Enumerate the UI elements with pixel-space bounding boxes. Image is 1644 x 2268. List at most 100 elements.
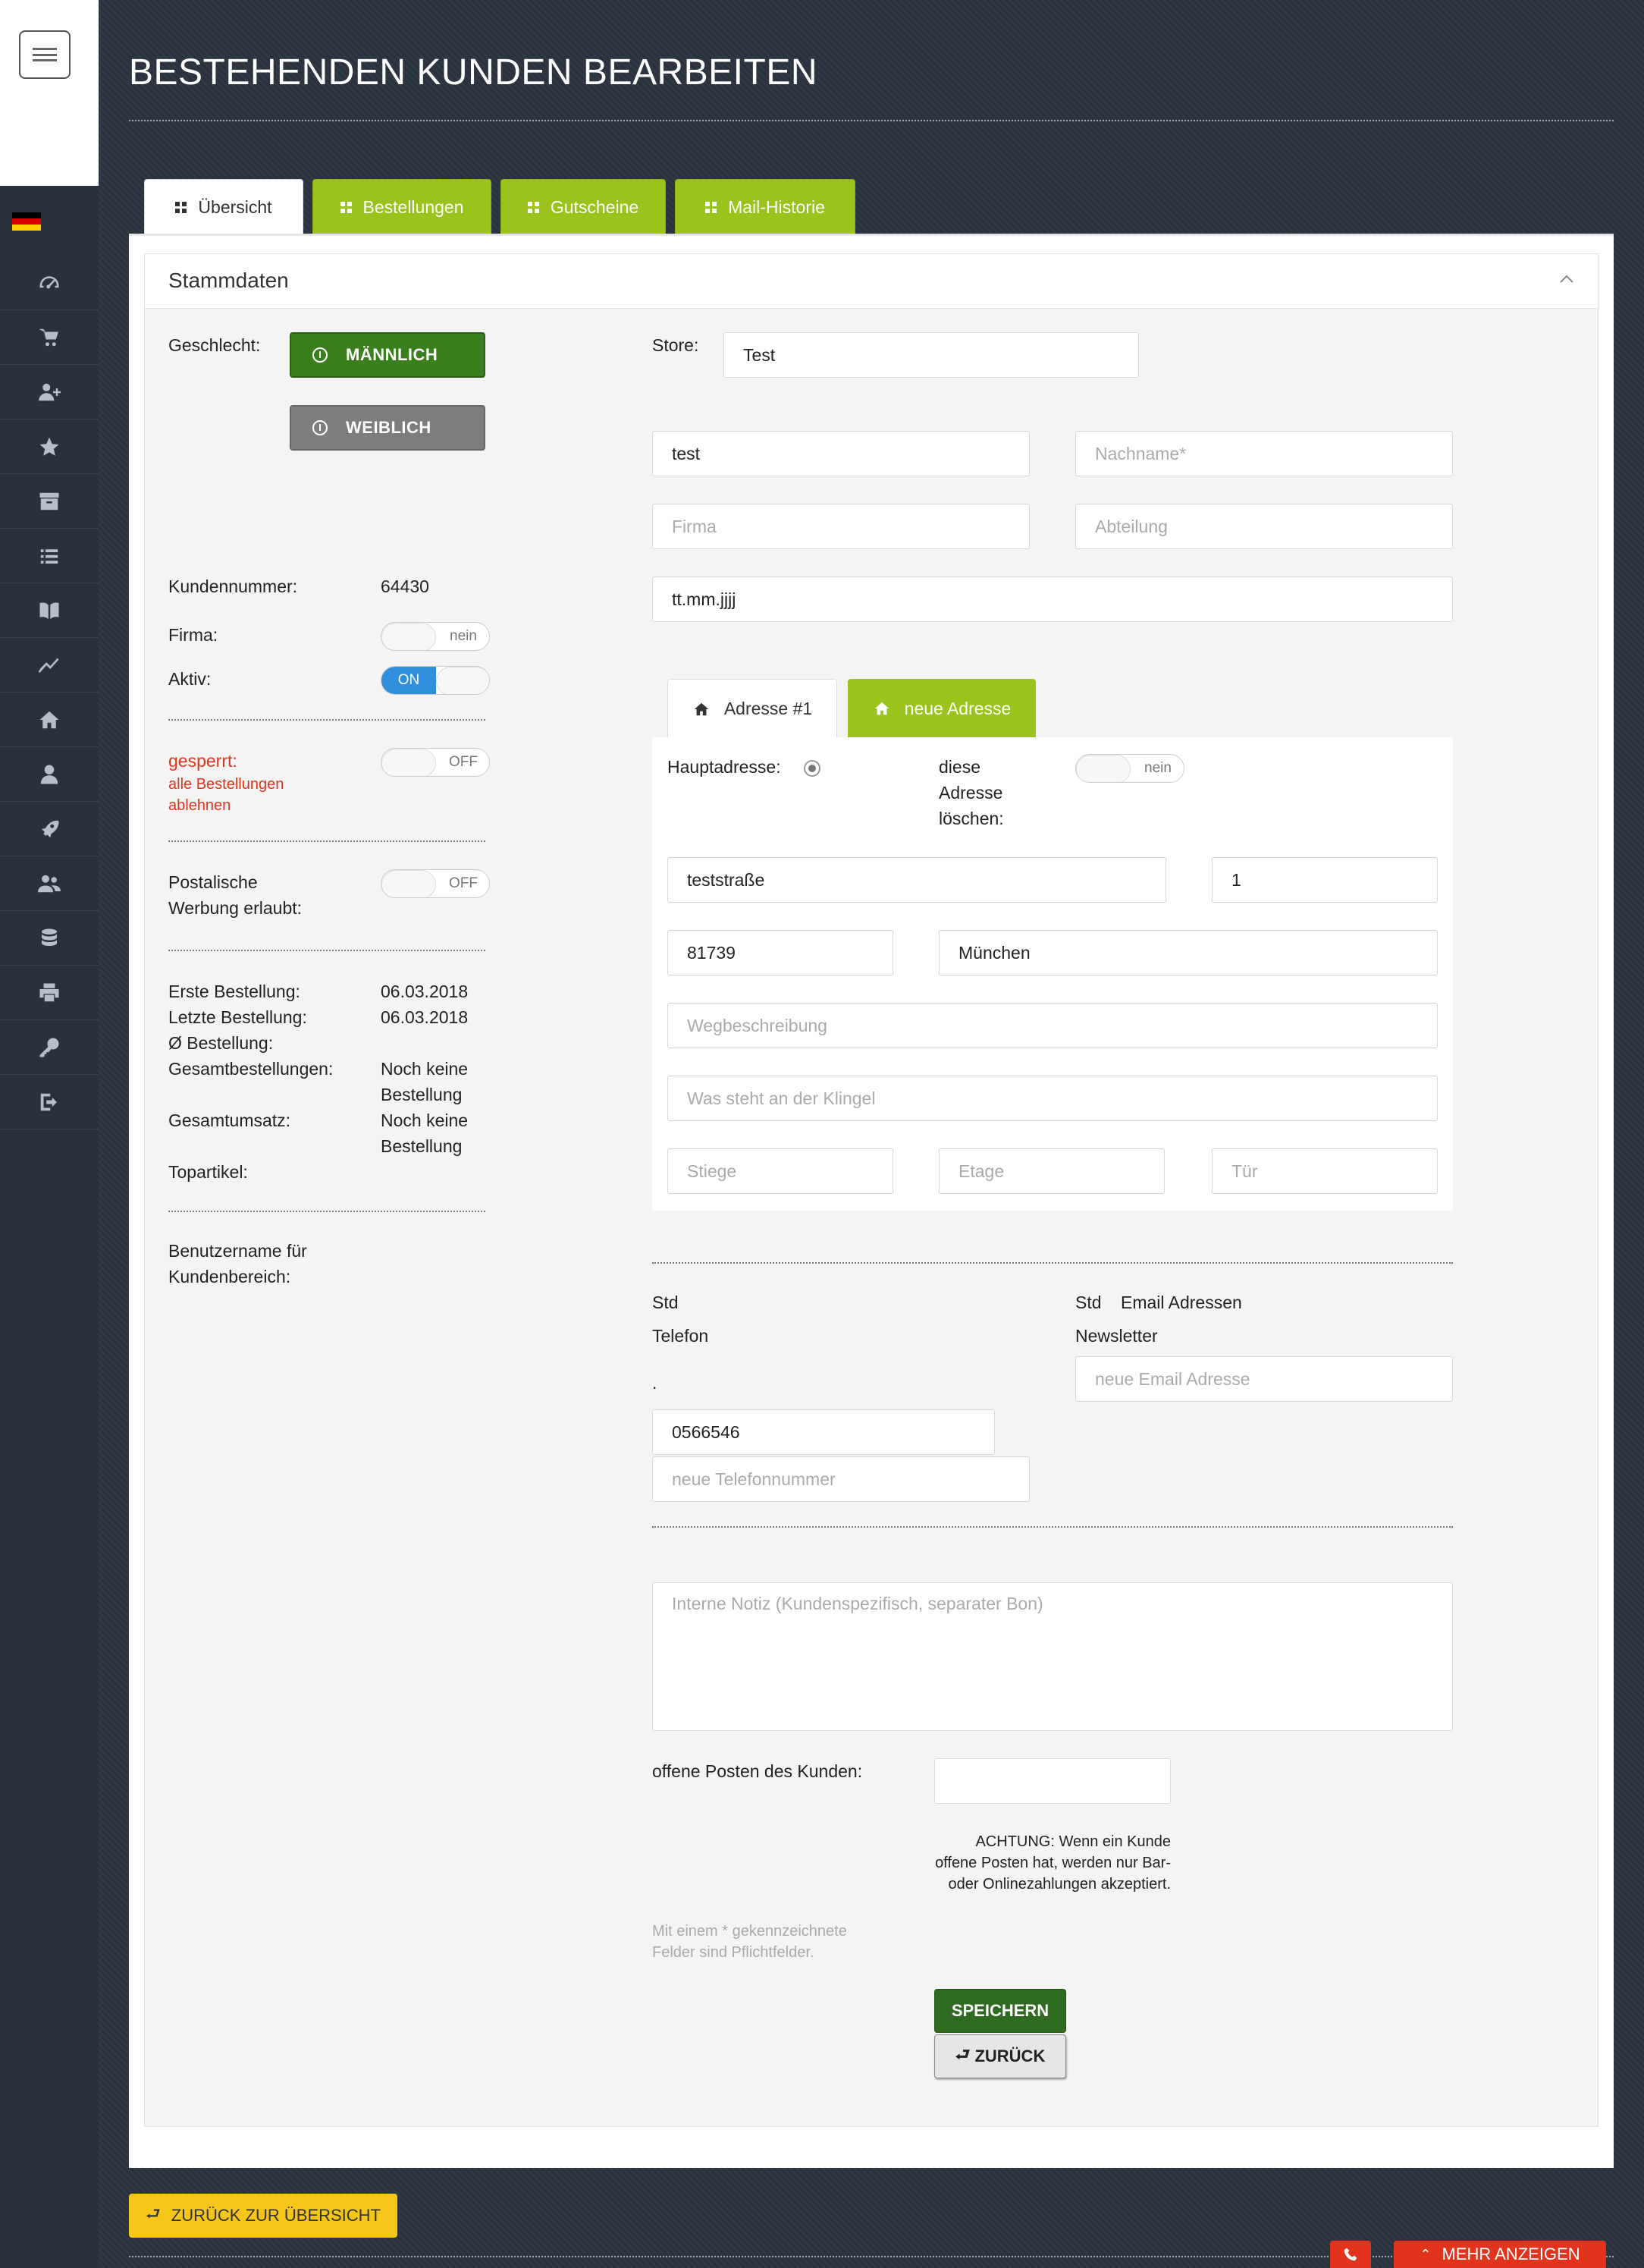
toggle-text: nein <box>1144 760 1172 776</box>
panel-header[interactable] <box>145 254 1598 309</box>
tab-new-address[interactable]: neue Adresse <box>848 679 1036 738</box>
house-number-input[interactable]: 1 <box>1212 857 1438 903</box>
department-input[interactable]: Abteilung <box>1075 504 1453 549</box>
menu-toggle-button[interactable] <box>19 30 71 79</box>
warning-text: oder Onlinezahlungen akzeptiert. <box>948 1876 1171 1893</box>
delete-address-label: löschen: <box>939 809 1004 828</box>
first-order-label: Erste Bestellung: <box>168 982 300 1001</box>
door-input[interactable]: Tür <box>1212 1148 1438 1194</box>
tab-orders[interactable]: Bestellungen <box>312 179 491 235</box>
company-input[interactable]: Firma <box>652 504 1030 549</box>
phone-input[interactable]: 0566546 <box>652 1409 995 1455</box>
grid-icon <box>527 201 540 214</box>
cart-icon <box>39 328 58 346</box>
newsletter-label: Newsletter <box>1075 1326 1158 1346</box>
nav-dashboard[interactable] <box>0 256 99 310</box>
grid-icon <box>705 201 717 214</box>
open-items-input[interactable] <box>934 1758 1171 1804</box>
required-note: Mit einem * gekennzeichnete <box>652 1923 847 1940</box>
tab-overview[interactable]: Übersicht <box>144 179 303 235</box>
chevron-up-icon[interactable] <box>1558 270 1576 288</box>
nav-list[interactable] <box>0 529 99 583</box>
user-icon <box>40 765 58 784</box>
nav-cart[interactable] <box>0 310 99 365</box>
postal-ads-label: Postalische <box>168 872 258 892</box>
phone-std-dot: . <box>652 1373 657 1393</box>
toggle-text: OFF <box>449 754 478 770</box>
nav-users[interactable] <box>0 856 99 911</box>
username-label: Benutzername für <box>168 1241 307 1261</box>
tab-label: Übersicht <box>198 197 272 217</box>
save-button[interactable]: SPEICHERN <box>934 1989 1066 2033</box>
info-icon <box>312 347 328 363</box>
nav-statistics[interactable] <box>0 638 99 693</box>
nav-print[interactable] <box>0 966 99 1020</box>
stair-input[interactable]: Stiege <box>667 1148 893 1194</box>
open-items-label: offene Posten des Kunden: <box>652 1761 863 1781</box>
nav-archive[interactable] <box>0 474 99 529</box>
email-std-label: Std <box>1075 1293 1102 1312</box>
total-revenue-value: Noch keine <box>381 1110 469 1130</box>
dashboard-icon <box>39 275 59 288</box>
key-icon <box>39 1038 59 1057</box>
list-icon <box>40 548 58 564</box>
female-button[interactable]: WEIBLICH <box>290 405 485 451</box>
nav-keys[interactable] <box>0 1020 99 1075</box>
city-input[interactable]: München <box>939 930 1438 975</box>
doorbell-input[interactable]: Was steht an der Klingel <box>667 1076 1438 1121</box>
toggle-text: OFF <box>449 875 478 891</box>
show-more-button[interactable]: ⌃ MEHR ANZEIGEN <box>1394 2241 1606 2268</box>
male-button[interactable]: MÄNNLICH <box>290 332 485 378</box>
phone-icon <box>1344 2248 1357 2261</box>
nav-favorites[interactable] <box>0 419 99 474</box>
phone-button[interactable] <box>1330 2241 1371 2268</box>
active-label: Aktiv: <box>168 669 212 689</box>
delete-address-toggle[interactable]: nein <box>1075 754 1184 783</box>
nav-launch[interactable] <box>0 802 99 856</box>
female-label: WEIBLICH <box>346 418 431 437</box>
firstname-input[interactable]: test <box>652 431 1030 476</box>
tab-vouchers[interactable]: Gutscheine <box>500 179 666 235</box>
gender-label: Geschlecht: <box>168 335 261 355</box>
store-select[interactable]: Test <box>723 332 1139 378</box>
delete-address-label: diese <box>939 757 980 777</box>
nav-logout[interactable] <box>0 1075 99 1129</box>
back-button[interactable]: ⮐ ZURÜCK <box>934 2034 1066 2078</box>
tab-mail-history[interactable]: Mail-Historie <box>675 179 855 235</box>
de-flag-icon[interactable] <box>12 212 41 231</box>
tab-address-1[interactable]: Adresse #1 <box>667 679 837 738</box>
customer-number: 64430 <box>381 576 429 596</box>
home-icon <box>694 702 708 715</box>
blocked-note: alle Bestellungen <box>168 776 284 793</box>
customer-number-label: Kundennummer: <box>168 576 298 596</box>
last-order-value: 06.03.2018 <box>381 1007 469 1027</box>
store-label: Store: <box>652 335 699 355</box>
nav-home[interactable] <box>0 693 99 747</box>
return-icon: ⮐ <box>955 2045 971 2064</box>
lastname-input[interactable]: Nachname* <box>1075 431 1453 476</box>
database-icon <box>42 928 57 946</box>
back-to-overview-button[interactable]: ⮐ ZURÜCK ZUR ÜBERSICHT <box>129 2194 397 2238</box>
grid-icon <box>340 201 353 214</box>
sidebar-logo-area <box>0 0 99 186</box>
postal-ads-toggle[interactable]: OFF <box>381 869 490 898</box>
main-address-radio[interactable] <box>804 760 820 777</box>
internal-note-textarea[interactable]: Interne Notiz (Kundenspezifisch, separat… <box>652 1582 1453 1731</box>
birthday-input[interactable]: tt.mm.jjjj <box>652 576 1453 622</box>
home-icon <box>874 702 889 715</box>
blocked-toggle[interactable]: OFF <box>381 748 490 777</box>
new-phone-input[interactable]: neue Telefonnummer <box>652 1456 1030 1502</box>
directions-input[interactable]: Wegbeschreibung <box>667 1003 1438 1048</box>
grid-icon <box>175 201 187 214</box>
nav-add-customer[interactable] <box>0 365 99 419</box>
zip-input[interactable]: 81739 <box>667 930 893 975</box>
active-toggle[interactable]: ON <box>381 666 490 695</box>
street-input[interactable]: teststraße <box>667 857 1166 903</box>
toggle-text: ON <box>381 667 436 694</box>
nav-database[interactable] <box>0 911 99 966</box>
nav-book[interactable] <box>0 583 99 638</box>
floor-input[interactable]: Etage <box>939 1148 1165 1194</box>
nav-user[interactable] <box>0 747 99 802</box>
new-email-input[interactable]: neue Email Adresse <box>1075 1356 1453 1402</box>
company-toggle[interactable]: nein <box>381 622 490 651</box>
